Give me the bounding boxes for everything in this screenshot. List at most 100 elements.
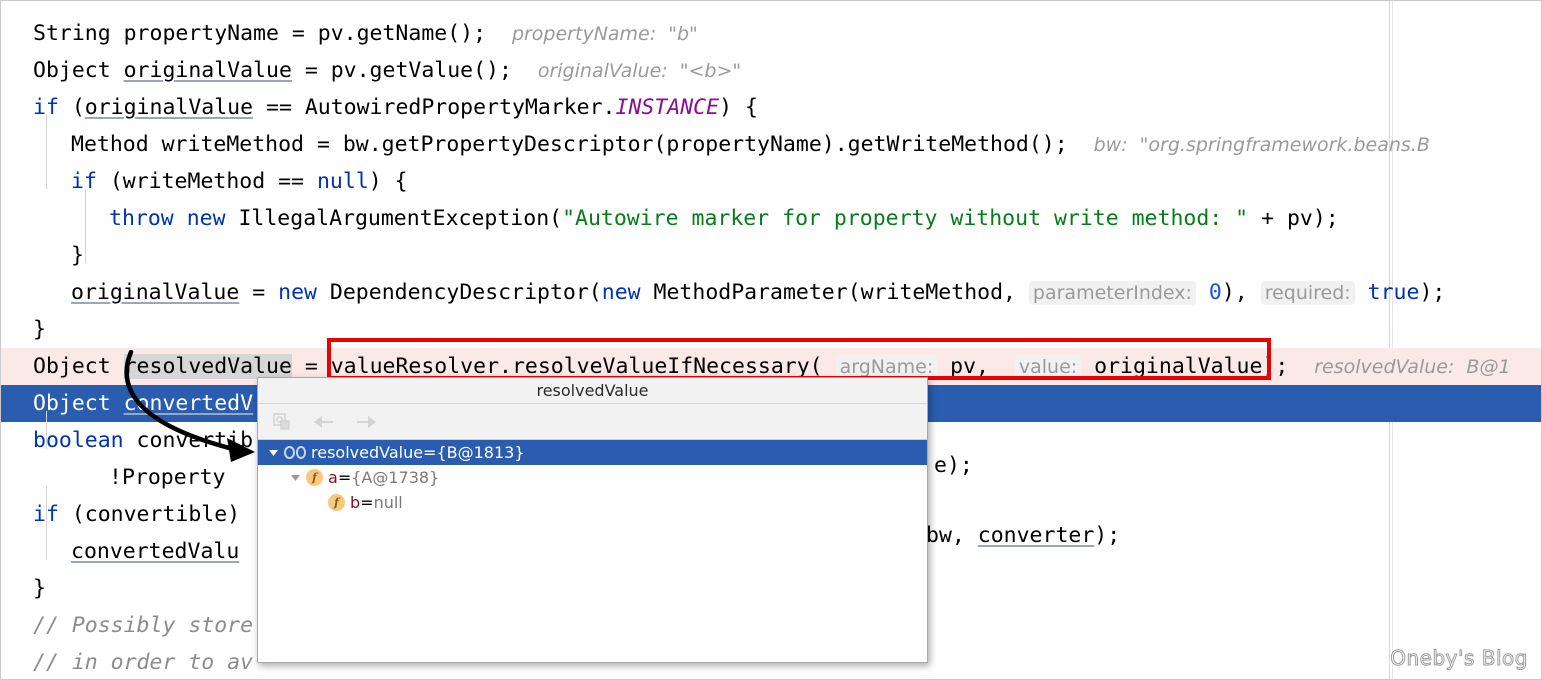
inspect-icon[interactable] [269, 409, 295, 435]
code-token-kw: new [186, 206, 226, 231]
code-text: boolean convertib [33, 422, 253, 459]
indent-guide [46, 411, 47, 449]
watermark: Oneby's Blog [1390, 646, 1528, 671]
code-text: Object originalValue = pv.getValue(); or… [33, 52, 741, 90]
code-token-plain: Object [33, 354, 124, 379]
code-fragment: bw, converter); [926, 523, 1121, 548]
code-token-str: "Autowire marker for property without wr… [562, 206, 1249, 231]
tree-node-name: resolvedValue [311, 443, 424, 462]
code-token-plain: valueResolver.resolveValueIfNecessary( [330, 354, 823, 379]
code-token-plain: ( [58, 95, 85, 120]
chevron-down-icon[interactable] [262, 446, 284, 459]
code-text: // Possibly store [33, 607, 253, 644]
code-token-under: originalValue [71, 280, 240, 305]
code-text: Object convertedV [33, 385, 253, 422]
code-token-cmt: // in order to av [33, 650, 254, 675]
code-text: if (writeMethod == null) { [71, 163, 408, 200]
code-token-plain: ) { [719, 95, 758, 120]
code-text: } [71, 237, 84, 274]
code-line[interactable]: if (originalValue == AutowiredPropertyMa… [1, 89, 1541, 126]
code-line[interactable]: } [1, 311, 1541, 348]
chevron-down-icon[interactable] [284, 471, 306, 484]
tree-node[interactable]: fb = null [258, 490, 927, 515]
indent-guide [85, 189, 86, 263]
code-token-phint: argName: [835, 355, 938, 379]
code-line[interactable]: Method writeMethod = bw.getPropertyDescr… [1, 126, 1541, 164]
code-token-plain: !Property [109, 465, 226, 490]
code-token-under: originalValue [123, 58, 292, 83]
local-variable-icon [284, 446, 306, 459]
code-token-hint: resolvedValue: B@1 [1314, 356, 1511, 378]
field-icon: f [306, 469, 323, 486]
code-token-selbg: resolvedValue [123, 354, 292, 379]
code-token-plain: } [33, 317, 46, 342]
tree-node-value: {B@1813} [436, 443, 525, 462]
code-fragment: e); [934, 453, 973, 478]
popup-title: resolvedValue [258, 378, 927, 404]
screenshot-root: String propertyName = pv.getName(); prop… [0, 0, 1542, 680]
code-line[interactable]: if (writeMethod == null) { [1, 163, 1541, 200]
code-token-plain: convertib [123, 428, 254, 453]
code-token-under: originalValue [84, 95, 254, 120]
code-token-plain: String propertyName = pv.getName(); [33, 21, 487, 46]
code-text: throw new IllegalArgumentException("Auto… [109, 200, 1339, 237]
tree-node[interactable]: resolvedValue = {B@1813} [258, 440, 927, 465]
code-token-plain: (writeMethod == [96, 169, 317, 194]
code-token-kw: throw [109, 206, 174, 231]
code-token-plain: } [33, 576, 46, 601]
code-token-plain: pv, [937, 354, 1015, 379]
code-token-plain: ) { [368, 169, 408, 194]
code-text: convertedValu [71, 533, 239, 570]
code-token-plain: = [291, 354, 331, 379]
code-token-plain: } [71, 243, 84, 268]
code-token-plain: ), [1221, 280, 1261, 305]
code-token-kw: if [71, 169, 97, 194]
debugger-value-popup[interactable]: resolvedValue resolvedValue = {B@1813} f… [257, 377, 928, 663]
code-text: String propertyName = pv.getName(); prop… [33, 15, 698, 53]
code-token-cmt: // Possibly store [33, 613, 254, 638]
code-text: originalValue = new DependencyDescriptor… [71, 274, 1445, 312]
tree-node-value: {A@1738} [351, 468, 440, 487]
code-token-phint: required: [1260, 281, 1355, 305]
tree-node-equals: = [360, 493, 374, 512]
code-token-plain: Object [33, 58, 124, 83]
tree-node[interactable]: fa = {A@1738} [258, 465, 927, 490]
code-token-plain: ); [1419, 280, 1446, 305]
code-token-plain: MethodParameter(writeMethod, [640, 280, 1029, 305]
code-token-plain: ); [1262, 354, 1289, 379]
variables-tree[interactable]: resolvedValue = {B@1813} f a = {A@1738} f b … [258, 440, 927, 515]
code-line[interactable]: String propertyName = pv.getName(); prop… [1, 15, 1541, 53]
code-token-hint: originalValue: "<b>" [537, 60, 742, 82]
popup-toolbar [258, 404, 927, 440]
code-token-under: originalValue [1094, 354, 1263, 379]
code-text: } [33, 570, 46, 607]
code-line[interactable]: Object originalValue = pv.getValue(); or… [1, 52, 1541, 90]
code-token-hint: bw: "org.springframework.beans.B [1093, 134, 1430, 156]
field-icon: f [328, 494, 345, 511]
code-token-kw: true [1367, 280, 1420, 305]
code-token-plain: Method writeMethod = bw.getPropertyDescr… [71, 132, 1068, 157]
arrow-left-icon[interactable] [311, 409, 337, 435]
code-token-static: INSTANCE [615, 95, 720, 120]
tree-node-equals: = [423, 443, 437, 462]
code-token-kw: new [601, 280, 641, 305]
arrow-right-icon[interactable] [353, 409, 379, 435]
code-text: if (convertible) [33, 496, 240, 533]
code-line[interactable]: originalValue = new DependencyDescriptor… [1, 274, 1541, 312]
code-token-num: 0 [1208, 280, 1222, 305]
code-line[interactable]: throw new IllegalArgumentException("Auto… [1, 200, 1541, 237]
code-token-plain: = [239, 280, 279, 305]
tree-node-name: a [328, 468, 338, 487]
code-token-phint: parameterIndex: [1028, 281, 1196, 305]
code-line[interactable]: } [1, 237, 1541, 274]
code-token-plain: = pv.getValue(); [291, 58, 512, 83]
code-token-plain: DependencyDescriptor( [316, 280, 602, 305]
code-text: Method writeMethod = bw.getPropertyDescr… [71, 126, 1430, 164]
code-text: } [33, 311, 46, 348]
indent-guide [46, 486, 47, 560]
